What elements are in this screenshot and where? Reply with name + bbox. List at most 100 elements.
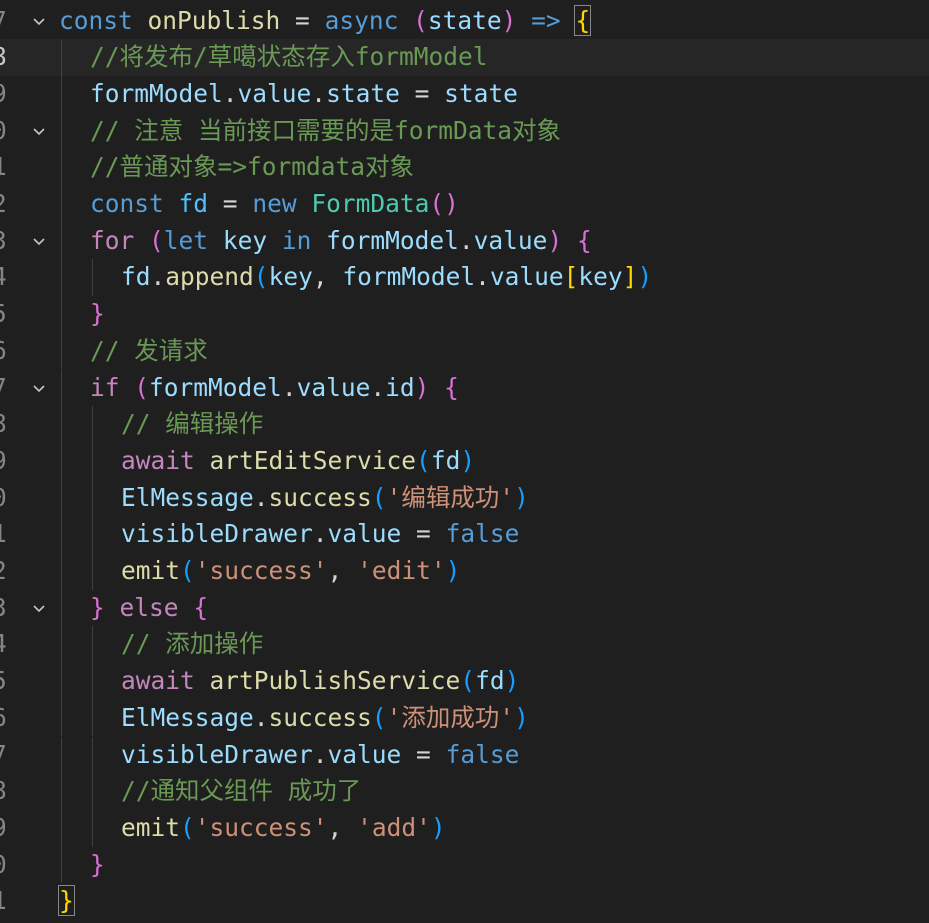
chevron-down-icon[interactable] bbox=[30, 12, 48, 30]
code-text: ElMessage.success('编辑成功') bbox=[121, 480, 529, 517]
code-text: ElMessage.success('添加成功') bbox=[121, 700, 529, 737]
chevron-down-icon[interactable] bbox=[30, 379, 48, 397]
indent-guide bbox=[61, 296, 62, 333]
code-token: success bbox=[268, 702, 372, 732]
code-line[interactable]: 7 visibleDrawer.value = false bbox=[0, 736, 929, 774]
chevron-down-icon[interactable] bbox=[30, 122, 48, 140]
code-token: ( bbox=[180, 556, 195, 585]
line-number: 1 bbox=[0, 149, 16, 186]
code-line[interactable]: 6 ElMessage.success('添加成功') bbox=[0, 699, 929, 737]
indent-guide bbox=[92, 736, 93, 774]
indent-guide bbox=[61, 516, 62, 553]
indent-guide bbox=[61, 259, 62, 297]
code-line[interactable]: 6 // 发请求 bbox=[0, 332, 929, 370]
code-token: ( bbox=[413, 5, 428, 35]
code-line[interactable]: 9 emit('success', 'add') bbox=[0, 809, 929, 847]
line-number: 3 bbox=[0, 223, 16, 260]
code-token: = bbox=[208, 189, 253, 218]
code-text: // 注意 当前接口需要的是formData对象 bbox=[90, 113, 561, 150]
code-editor[interactable]: 7const onPublish = async (state) => {8//… bbox=[0, 0, 929, 923]
code-token: key bbox=[578, 262, 623, 292]
code-token: ) bbox=[514, 482, 529, 512]
line-number: 0 bbox=[0, 847, 16, 884]
code-line[interactable]: 4fd.append(key, formModel.value[key]) bbox=[0, 259, 929, 297]
code-token: formModel bbox=[90, 78, 223, 108]
indent-guide bbox=[61, 186, 62, 223]
code-token: emit bbox=[121, 556, 181, 585]
chevron-down-icon[interactable] bbox=[30, 599, 48, 617]
code-line[interactable]: 1} bbox=[0, 883, 929, 920]
chevron-down-icon[interactable] bbox=[30, 232, 48, 250]
code-token: state bbox=[427, 5, 502, 35]
code-token: { bbox=[444, 372, 459, 402]
code-line[interactable]: 1 //普通对象=>formdata对象 bbox=[0, 149, 929, 186]
line-number: 9 bbox=[0, 76, 16, 113]
indent-guide bbox=[61, 736, 62, 774]
code-token: id bbox=[385, 372, 415, 402]
code-token: ElMessage bbox=[121, 482, 254, 512]
code-token: // 编辑操作 bbox=[121, 409, 264, 439]
code-line[interactable]: 0 // 注意 当前接口需要的是formData对象 bbox=[0, 112, 929, 150]
code-token: ( bbox=[253, 262, 269, 292]
line-number: 8 bbox=[0, 39, 16, 76]
indent-guide bbox=[61, 222, 62, 260]
code-line[interactable]: 8 //通知父组件 成功了 bbox=[0, 773, 929, 810]
code-line[interactable]: 2 emit('success', 'edit') bbox=[0, 553, 929, 590]
code-line[interactable]: 0} bbox=[0, 846, 929, 884]
code-line[interactable]: 7 const onPublish = async (state) => { bbox=[0, 3, 929, 40]
code-line[interactable]: 5 await artPublishService(fd) bbox=[0, 663, 929, 700]
indent-guide bbox=[61, 332, 62, 370]
code-token: ( bbox=[416, 445, 431, 475]
code-line[interactable]: 0 ElMessage.success('编辑成功') bbox=[0, 479, 929, 517]
code-line[interactable]: 8 // 编辑操作 bbox=[0, 406, 929, 443]
code-line[interactable]: 3} else { bbox=[0, 589, 929, 627]
code-token: '添加成功' bbox=[386, 702, 515, 732]
code-line[interactable]: 9 await artEditService(fd) bbox=[0, 442, 929, 480]
code-line[interactable]: 9 formModel.value.state = state bbox=[0, 75, 929, 113]
code-token: 'success' bbox=[194, 812, 328, 842]
code-token: '编辑成功' bbox=[386, 482, 515, 512]
code-token: artPublishService bbox=[209, 666, 461, 696]
code-token: value bbox=[473, 225, 548, 255]
code-token: . bbox=[150, 262, 166, 292]
code-text: //普通对象=>formdata对象 bbox=[90, 149, 414, 186]
code-token: ) bbox=[547, 225, 563, 255]
code-token: new bbox=[252, 189, 297, 218]
code-token: 'success' bbox=[194, 556, 328, 585]
code-line[interactable]: 3 for (let key in formModel.value) { bbox=[0, 222, 929, 260]
code-line[interactable]: 5} bbox=[0, 296, 929, 333]
indent-guide bbox=[92, 442, 93, 480]
code-line[interactable]: 7if (formModel.value.id) { bbox=[0, 369, 929, 407]
indent-guide bbox=[61, 589, 62, 627]
code-token: , bbox=[327, 556, 358, 585]
code-token: formModel bbox=[149, 372, 282, 402]
code-line[interactable]: 8 //将发布/草噶状态存入formModel bbox=[0, 39, 929, 76]
code-token: ( bbox=[371, 482, 387, 512]
code-token: = bbox=[399, 78, 445, 108]
code-text: if (formModel.value.id) { bbox=[90, 370, 459, 407]
code-token: FormData bbox=[311, 189, 430, 218]
line-number: 7 bbox=[0, 3, 16, 40]
code-token: value bbox=[296, 372, 371, 402]
code-token: //通知父组件 成功了 bbox=[121, 776, 362, 806]
indent-guide bbox=[61, 809, 62, 847]
code-line[interactable]: 4 // 添加操作 bbox=[0, 626, 929, 664]
line-number: 2 bbox=[0, 186, 16, 223]
code-token: let bbox=[163, 225, 209, 255]
code-token: visibleDrawer bbox=[121, 739, 313, 769]
code-token: false bbox=[445, 739, 520, 769]
code-token: value bbox=[327, 739, 402, 769]
code-token: for bbox=[90, 225, 135, 255]
code-line[interactable]: 1 visibleDrawer.value = false bbox=[0, 516, 929, 553]
code-token: = bbox=[401, 519, 446, 549]
code-token: ) bbox=[414, 372, 430, 402]
code-line[interactable]: 2 const fd = new FormData() bbox=[0, 186, 929, 223]
code-text: formModel.value.state = state bbox=[90, 76, 518, 113]
code-text: // 添加操作 bbox=[121, 626, 263, 663]
